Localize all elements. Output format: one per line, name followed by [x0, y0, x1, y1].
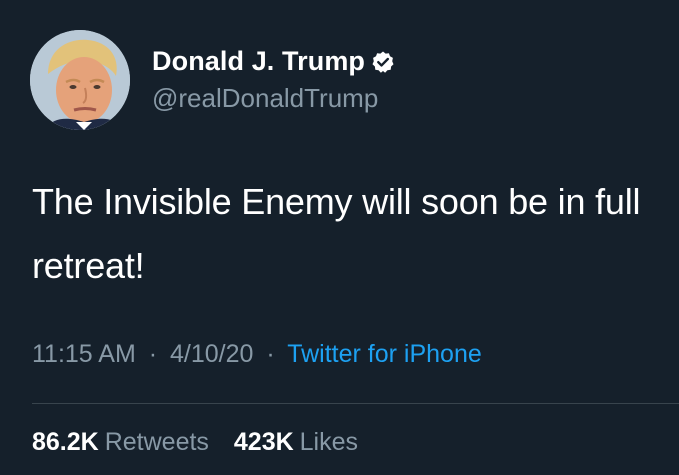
verified-badge-icon — [371, 50, 395, 74]
retweets-stat[interactable]: 86.2K Retweets — [32, 428, 216, 456]
author-names: Donald J. Trump @realDonaldTrump — [152, 46, 395, 114]
tweet-stats: 86.2K Retweets 423K Likes — [32, 428, 358, 457]
meta-separator: · — [266, 340, 275, 368]
divider — [32, 403, 679, 404]
tweet-time[interactable]: 11:15 AM — [32, 340, 136, 368]
retweets-count: 86.2K — [32, 428, 99, 456]
tweet-date[interactable]: 4/10/20 — [170, 340, 253, 368]
avatar[interactable] — [30, 30, 130, 130]
likes-stat[interactable]: 423K Likes — [234, 428, 358, 456]
tweet-header: Donald J. Trump @realDonaldTrump — [30, 30, 395, 130]
display-name[interactable]: Donald J. Trump — [152, 46, 365, 77]
handle[interactable]: @realDonaldTrump — [152, 83, 395, 114]
likes-label: Likes — [299, 428, 359, 456]
meta-separator: · — [148, 340, 158, 368]
tweet-meta: 11:15 AM · 4/10/20 · Twitter for iPhone — [32, 340, 482, 369]
tweet-text: The Invisible Enemy will soon be in full… — [32, 181, 641, 286]
display-name-row: Donald J. Trump — [152, 46, 395, 77]
tweet-card: Donald J. Trump @realDonaldTrump The Inv… — [0, 0, 679, 475]
retweets-label: Retweets — [104, 428, 209, 456]
avatar-photo-icon — [30, 30, 130, 130]
likes-count: 423K — [233, 428, 294, 456]
tweet-source-link[interactable]: Twitter for iPhone — [287, 340, 482, 368]
